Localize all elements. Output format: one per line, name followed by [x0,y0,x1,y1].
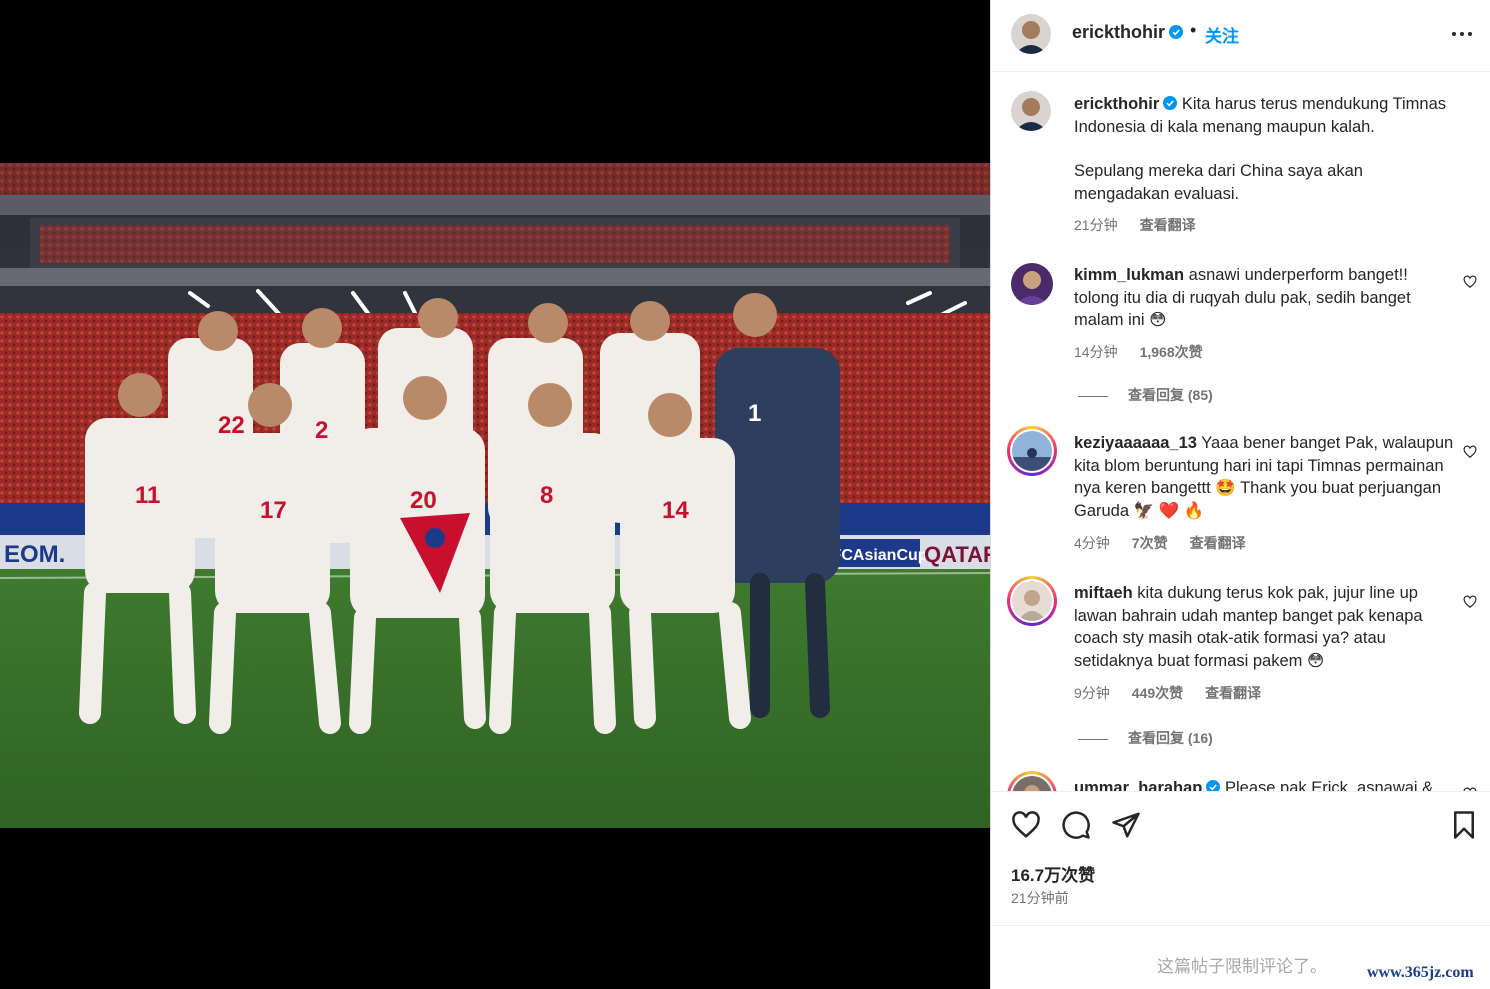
comment-time: 4分钟 [1074,535,1110,551]
comment-likes[interactable]: 1,968次赞 [1140,344,1203,360]
post-actions-bar: 16.7万次赞 21分钟前 [991,791,1490,925]
post-photo[interactable]: EOM. AFCAsianCup QATAR [0,163,990,828]
svg-text:11: 11 [135,482,160,509]
comment-meta: 14分钟 1,968次赞 [1074,342,1225,362]
svg-text:14: 14 [662,497,689,524]
caption-text-block: erickthohir Kita harus terus mendukung T… [1074,93,1454,138]
view-replies-button[interactable]: 查看回复 (16) [1078,728,1213,748]
comments-limited-notice: 这篇帖子限制评论了。 [1157,957,1327,976]
caption-meta: 21分钟 查看翻译 [1074,215,1218,235]
view-replies-label: 查看回复 (85) [1128,387,1213,403]
share-icon[interactable] [1111,810,1141,840]
comment-translate-link[interactable]: 查看翻译 [1205,685,1261,701]
post-header: erickthohir • 关注 [991,0,1490,72]
svg-text:8: 8 [540,482,553,509]
svg-text:1: 1 [748,400,761,427]
more-options-icon[interactable] [1449,22,1475,46]
comment-meta: 9分钟 449次赞 查看翻译 [1074,683,1283,703]
post-media: EOM. AFCAsianCup QATAR [0,0,990,989]
likes-count[interactable]: 16.7万次赞 [1011,861,1095,886]
comment-meta: 4分钟 7次赞 查看翻译 [1074,533,1268,553]
caption-translate-link[interactable]: 查看翻译 [1140,217,1196,233]
comment-time: 14分钟 [1074,344,1118,360]
story-ring[interactable] [1007,426,1057,476]
comment-like-icon[interactable] [1463,445,1477,459]
comment-username[interactable]: keziyaaaaaa_13 [1074,434,1197,452]
board-qatar-text: QATAR [924,542,990,567]
comment-text-block: keziyaaaaaa_13 Yaaa bener banget Pak, wa… [1074,432,1454,522]
comment-like-icon[interactable] [1463,275,1477,289]
post-time: 21分钟前 [1011,890,1069,906]
follow-button[interactable]: 关注 [1205,22,1239,47]
replies-divider [1078,395,1108,397]
commenter-avatar[interactable] [1011,263,1053,305]
comments-list[interactable]: erickthohir Kita harus terus mendukung T… [991,73,1490,791]
header-separator: • [1190,20,1197,40]
save-bookmark-icon[interactable] [1449,810,1479,840]
comment-username[interactable]: ummar_harahap [1074,779,1202,791]
board-left-text: EOM. [4,541,65,568]
author-username: erickthohir [1072,22,1166,42]
caption-verified-badge-icon [1163,96,1178,110]
story-ring[interactable] [1007,576,1057,626]
comment-likes[interactable]: 449次赞 [1132,685,1183,701]
comment-username[interactable]: miftaeh [1074,584,1133,602]
view-replies-button[interactable]: 查看回复 (85) [1078,385,1213,405]
comment-text: Please pak Erick, asnawai & [1224,779,1434,791]
verified-badge-icon [1169,25,1184,39]
commenter-avatar [1012,581,1052,621]
comment-time: 9分钟 [1074,685,1110,701]
comment-icon[interactable] [1061,810,1091,840]
commenter-verified-badge-icon [1206,780,1221,791]
caption-avatar[interactable] [1011,91,1051,131]
comment-text-block: kimm_lukman asnawi underperform banget!!… [1074,264,1454,332]
caption-text-2: Sepulang mereka dari China saya akan men… [1074,162,1363,203]
story-ring[interactable] [1007,771,1057,791]
svg-text:17: 17 [260,497,287,524]
view-replies-label: 查看回复 (16) [1128,730,1213,746]
caption-time: 21分钟 [1074,217,1118,233]
comment-text-block: miftaeh kita dukung terus kok pak, jujur… [1074,582,1454,672]
commenter-avatar [1012,431,1052,471]
svg-text:22: 22 [218,412,245,439]
comment-like-icon[interactable] [1463,595,1477,609]
svg-text:2: 2 [315,417,328,444]
comment-text-block: ummar_harahap Please pak Erick, asnawai … [1074,777,1454,791]
author-avatar[interactable] [1011,14,1051,54]
replies-divider [1078,738,1108,740]
watermark-text: www.365jz.com [1367,964,1474,981]
comment-username[interactable]: kimm_lukman [1074,266,1184,284]
comment-translate-link[interactable]: 查看翻译 [1190,535,1246,551]
author-username-link[interactable]: erickthohir [1072,22,1184,43]
team-photo-image: EOM. AFCAsianCup QATAR [0,163,990,828]
caption-username[interactable]: erickthohir [1074,95,1159,113]
comment-likes[interactable]: 7次赞 [1132,535,1168,551]
like-icon[interactable] [1011,810,1041,840]
post-side-panel: erickthohir • 关注 erickthohir Kita harus … [990,0,1490,989]
svg-text:20: 20 [410,487,437,514]
